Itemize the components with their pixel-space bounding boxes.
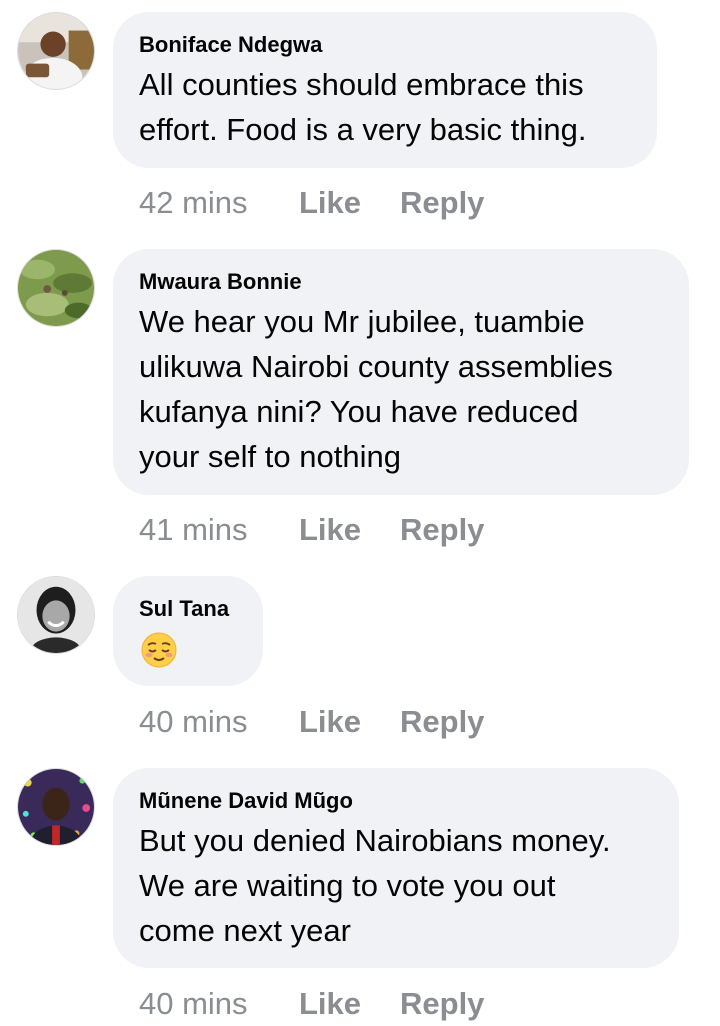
comment-actions: 41 mins Like Reply <box>139 512 484 548</box>
avatar[interactable] <box>17 12 95 90</box>
comment-author[interactable]: Boniface Ndegwa <box>139 32 631 58</box>
comment-text-line: your self to nothing <box>139 439 401 474</box>
comment-bubble: Sul Tana <box>113 576 263 686</box>
comment-author[interactable]: Mũnene David Mũgo <box>139 788 653 814</box>
comment-timestamp[interactable]: 41 mins <box>139 512 299 548</box>
comment-author[interactable]: Sul Tana <box>139 596 237 622</box>
comment-bubble: Mũnene David Mũgo But you denied Nairobi… <box>113 768 679 968</box>
comment-text-line: come next year <box>139 913 351 948</box>
user-photo-icon <box>18 769 94 845</box>
reply-button[interactable]: Reply <box>400 185 484 221</box>
comment-timestamp[interactable]: 40 mins <box>139 704 299 740</box>
comment-text-line: kufanya nini? You have reduced <box>139 394 579 429</box>
comment-text-line: All counties should embrace this <box>139 67 584 102</box>
reply-button[interactable]: Reply <box>400 512 484 548</box>
reply-button[interactable]: Reply <box>400 704 484 740</box>
comment-actions: 40 mins Like Reply <box>139 704 484 740</box>
grass-photo-icon <box>18 250 94 326</box>
comment-text-line: effort. Food is a very basic thing. <box>139 112 587 147</box>
relieved-face-emoji-icon <box>141 632 177 668</box>
comment-text: But you denied Nairobians money. We are … <box>139 818 653 953</box>
avatar[interactable] <box>17 768 95 846</box>
avatar[interactable] <box>17 249 95 327</box>
comment-text: All counties should embrace this effort.… <box>139 62 631 152</box>
comment-timestamp[interactable]: 42 mins <box>139 185 299 221</box>
comment-text-line: But you denied Nairobians money. <box>139 823 611 858</box>
comment-timestamp[interactable]: 40 mins <box>139 986 299 1022</box>
avatar[interactable] <box>17 576 95 654</box>
comment-bubble: Mwaura Bonnie We hear you Mr jubilee, tu… <box>113 249 689 495</box>
comment-author[interactable]: Mwaura Bonnie <box>139 269 663 295</box>
like-button[interactable]: Like <box>299 704 400 740</box>
comment-actions: 40 mins Like Reply <box>139 986 484 1022</box>
user-photo-icon <box>18 577 94 653</box>
like-button[interactable]: Like <box>299 986 400 1022</box>
comment-text-line: ulikuwa Nairobi county assemblies <box>139 349 613 384</box>
comment-bubble: Boniface Ndegwa All counties should embr… <box>113 12 657 168</box>
like-button[interactable]: Like <box>299 512 400 548</box>
comment-text <box>139 630 237 670</box>
reply-button[interactable]: Reply <box>400 986 484 1022</box>
comment-text: We hear you Mr jubilee, tuambie ulikuwa … <box>139 299 663 479</box>
comment-text-line: We hear you Mr jubilee, tuambie <box>139 304 585 339</box>
user-photo-icon <box>18 13 94 89</box>
comment-actions: 42 mins Like Reply <box>139 185 484 221</box>
like-button[interactable]: Like <box>299 185 400 221</box>
comment-text-line: We are waiting to vote you out <box>139 868 556 903</box>
